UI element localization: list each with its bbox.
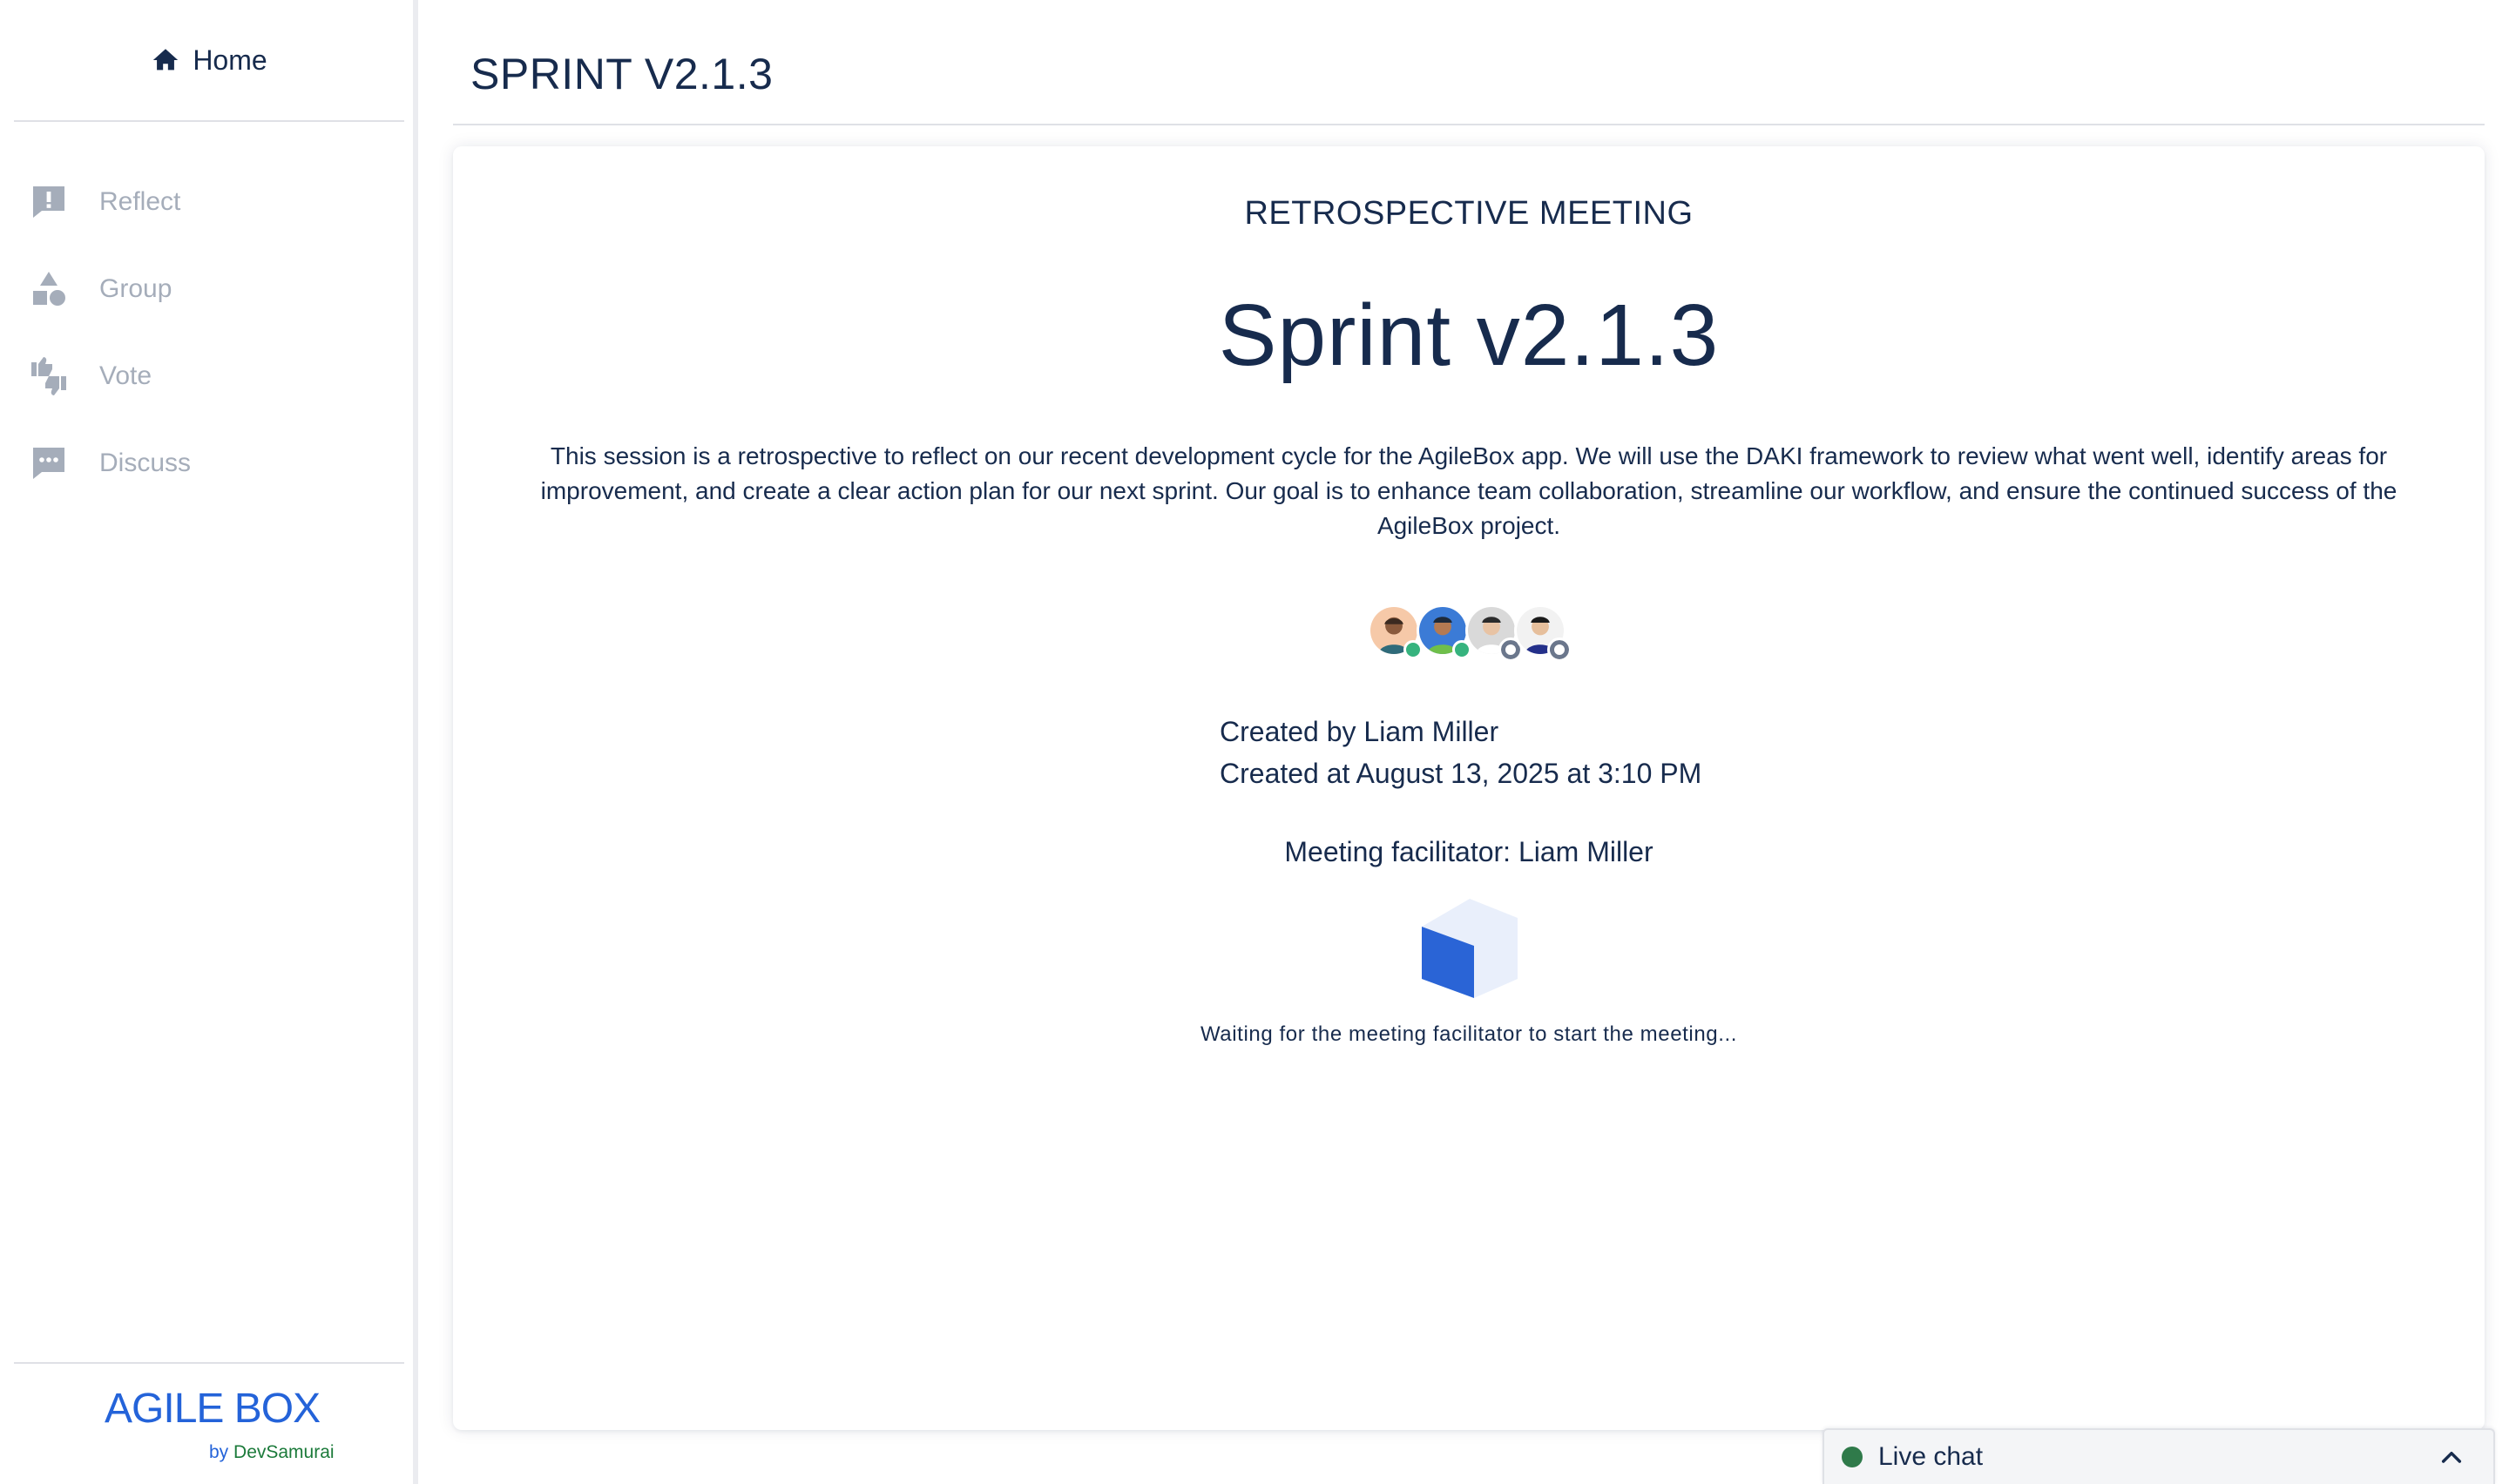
chat-dots-icon	[33, 448, 64, 479]
sidebar-item-label: Reflect	[99, 187, 181, 216]
avatar[interactable]	[1368, 604, 1423, 659]
sidebar-item-label: Vote	[99, 361, 152, 390]
live-chat-label: Live chat	[1878, 1442, 1984, 1471]
home-icon	[153, 49, 179, 71]
avatar[interactable]	[1465, 604, 1523, 662]
meeting-meta: Created by Liam Miller Created at August…	[1220, 711, 1701, 794]
created-at: Created at August 13, 2025 at 3:10 PM	[1220, 758, 1702, 789]
live-chat-bar[interactable]: Live chat	[1823, 1428, 2495, 1484]
sidebar-item-label: Group	[99, 274, 172, 303]
shapes-icon	[33, 272, 65, 306]
logo-by: by	[209, 1442, 229, 1462]
meeting-title: Sprint v2.1.3	[1218, 287, 1720, 384]
participant-avatars	[1368, 604, 1572, 662]
home-label: Home	[193, 44, 267, 76]
sidebar: Home Reflect Group Vote Discuss AGILE BO…	[0, 0, 418, 1484]
logo-byline: by DevSamurai	[209, 1442, 335, 1463]
sidebar-item-label: Discuss	[99, 449, 192, 477]
avatar[interactable]	[1417, 604, 1471, 659]
page-header: SPRINT V2.1.3	[453, 0, 2485, 125]
sidebar-footer: AGILE BOX by DevSamurai	[14, 1362, 404, 1484]
logo-company: DevSamurai	[233, 1442, 335, 1462]
meeting-description: This session is a retrospective to refle…	[540, 442, 2397, 539]
home-link[interactable]: Home	[14, 0, 404, 122]
avatar[interactable]	[1514, 604, 1572, 662]
loading-cube-icon	[1422, 899, 1518, 998]
chevron-up-icon[interactable]	[2438, 1444, 2465, 1472]
exclamation-comment-icon	[33, 186, 64, 218]
thumbs-icon	[31, 357, 66, 395]
meeting-card: RETROSPECTIVE MEETING Sprint v2.1.3 This…	[453, 146, 2485, 1430]
meeting-type: RETROSPECTIVE MEETING	[1244, 195, 1694, 232]
meeting-facilitator: Meeting facilitator: Liam Miller	[1284, 836, 1654, 867]
app-logo: AGILE BOX	[105, 1386, 321, 1432]
sidebar-item-discuss[interactable]: Discuss	[0, 420, 413, 507]
waiting-message: Waiting for the meeting facilitator to s…	[1200, 1022, 1738, 1046]
sidebar-item-reflect[interactable]: Reflect	[0, 159, 413, 246]
created-by: Created by Liam Miller	[1220, 716, 1499, 747]
sidebar-nav: Reflect Group Vote Discuss	[0, 159, 413, 507]
live-status-dot	[1842, 1447, 1863, 1467]
page-title: SPRINT V2.1.3	[470, 50, 774, 98]
sidebar-item-vote[interactable]: Vote	[0, 333, 413, 420]
presence-offline-indicator	[1547, 637, 1572, 662]
sidebar-item-group[interactable]: Group	[0, 246, 413, 333]
